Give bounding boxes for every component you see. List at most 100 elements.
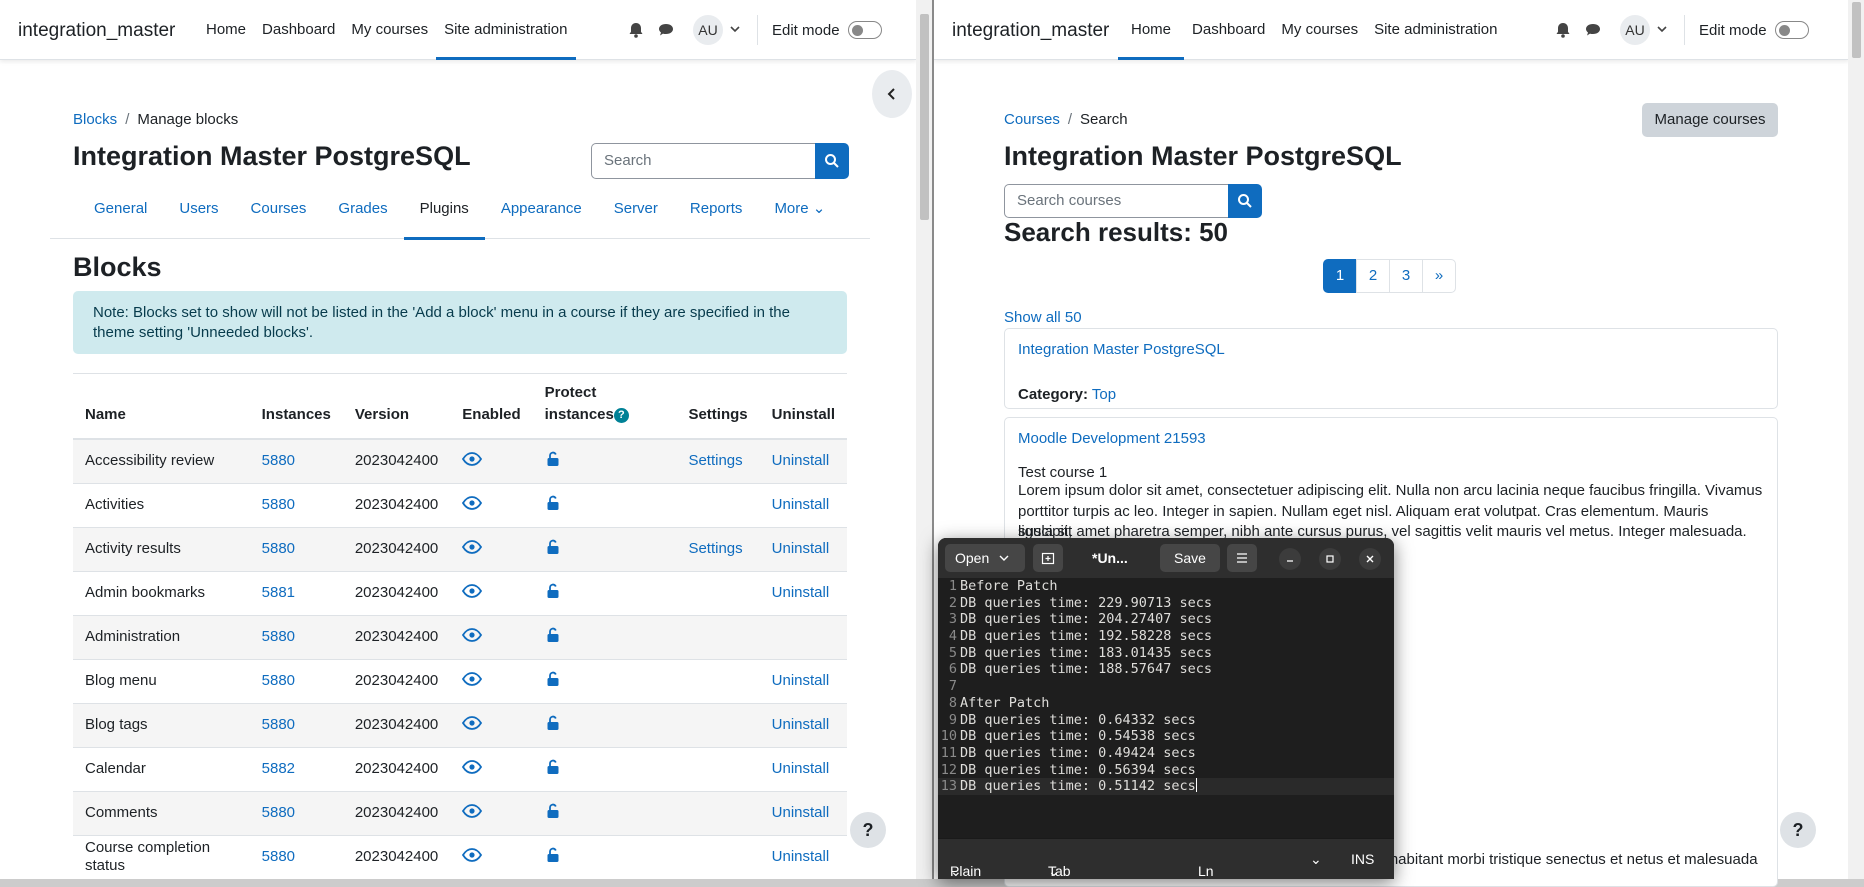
instances-link[interactable]: 5880 <box>262 540 295 557</box>
search-button[interactable] <box>815 143 849 179</box>
bell-icon[interactable] <box>1552 19 1574 41</box>
help-button[interactable]: ? <box>850 812 886 848</box>
hide-block-toggle[interactable] <box>462 715 483 734</box>
search-input[interactable]: Search <box>591 143 815 179</box>
chevron-down-icon[interactable] <box>729 22 743 39</box>
uninstall-link[interactable]: Uninstall <box>772 672 830 689</box>
protect-instances-toggle[interactable] <box>545 803 561 823</box>
editor-line[interactable]: 3 DB queries time: 204.27407 secs <box>938 611 1394 628</box>
uninstall-link[interactable]: Uninstall <box>772 804 830 821</box>
page-1[interactable]: 1 <box>1323 259 1357 293</box>
editor-text-area[interactable]: 1 Before Patch 2 DB queries time: 229.90713… <box>938 578 1394 838</box>
minimize-button[interactable] <box>1279 548 1301 570</box>
editor-line[interactable]: 1 Before Patch <box>938 578 1394 595</box>
save-button[interactable]: Save <box>1160 544 1220 572</box>
nav-my-courses[interactable]: My courses <box>343 0 436 60</box>
uninstall-link[interactable]: Uninstall <box>772 584 830 601</box>
nav-home[interactable]: Home <box>198 0 254 60</box>
protect-instances-toggle[interactable] <box>545 671 561 691</box>
open-button[interactable]: Open <box>945 544 1025 572</box>
menu-button[interactable] <box>1227 544 1257 572</box>
show-all-link[interactable]: Show all 50 <box>1004 309 1082 326</box>
protect-instances-toggle[interactable] <box>545 495 561 515</box>
avatar[interactable]: AU <box>1620 15 1650 45</box>
instances-link[interactable]: 5881 <box>262 584 295 601</box>
instances-link[interactable]: 5880 <box>262 452 295 469</box>
hide-block-toggle[interactable] <box>462 539 483 558</box>
tab-plugins[interactable]: Plugins <box>403 190 486 240</box>
chevron-down-icon[interactable] <box>1656 22 1670 39</box>
hide-block-toggle[interactable] <box>462 495 483 514</box>
avatar[interactable]: AU <box>693 15 723 45</box>
instances-link[interactable]: 5882 <box>262 760 295 777</box>
editor-line[interactable]: 4 DB queries time: 192.58228 secs <box>938 628 1394 645</box>
tab-users[interactable]: Users <box>163 190 234 239</box>
category-link[interactable]: Top <box>1092 386 1116 403</box>
instances-link[interactable]: 5880 <box>262 672 295 689</box>
breadcrumb-blocks[interactable]: Blocks <box>73 111 117 128</box>
site-name[interactable]: integration_master <box>952 20 1109 42</box>
nav-home[interactable]: Home <box>1118 0 1185 60</box>
course-link[interactable]: Moodle Development 21593 <box>1018 430 1206 447</box>
site-name[interactable]: integration_master <box>18 20 175 42</box>
instances-link[interactable]: 5880 <box>262 716 295 733</box>
hide-block-toggle[interactable] <box>462 583 483 602</box>
tab-grades[interactable]: Grades <box>322 190 403 239</box>
editor-line[interactable]: 11 DB queries time: 0.49424 secs <box>938 745 1394 762</box>
hide-block-toggle[interactable] <box>462 671 483 690</box>
hide-block-toggle[interactable] <box>462 803 483 822</box>
instances-link[interactable]: 5880 <box>262 848 295 865</box>
breadcrumb-courses[interactable]: Courses <box>1004 111 1060 128</box>
page-3[interactable]: 3 <box>1389 259 1423 293</box>
hide-block-toggle[interactable] <box>462 759 483 778</box>
close-button[interactable] <box>1359 548 1381 570</box>
nav-my-courses[interactable]: My courses <box>1273 0 1366 60</box>
search-courses-input[interactable]: Search courses <box>1004 184 1228 218</box>
editor-line[interactable]: 5 DB queries time: 183.01435 secs <box>938 645 1394 662</box>
scrollbar[interactable] <box>1848 0 1864 879</box>
settings-link[interactable]: Settings <box>688 452 742 469</box>
uninstall-link[interactable]: Uninstall <box>772 760 830 777</box>
open-drawer-button[interactable] <box>872 70 912 118</box>
uninstall-link[interactable]: Uninstall <box>772 716 830 733</box>
editor-line[interactable]: 6 DB queries time: 188.57647 secs <box>938 661 1394 678</box>
protect-instances-toggle[interactable] <box>545 847 561 867</box>
nav-dashboard[interactable]: Dashboard <box>1184 0 1273 60</box>
edit-mode-toggle[interactable] <box>847 21 882 39</box>
edit-mode-toggle[interactable] <box>1774 21 1809 39</box>
instances-link[interactable]: 5880 <box>262 804 295 821</box>
chat-icon[interactable] <box>655 19 677 41</box>
hide-block-toggle[interactable] <box>462 847 483 866</box>
maximize-button[interactable] <box>1319 548 1341 570</box>
tab-courses[interactable]: Courses <box>235 190 323 239</box>
instances-link[interactable]: 5880 <box>262 496 295 513</box>
editor-line[interactable]: 9 DB queries time: 0.64332 secs <box>938 712 1394 729</box>
scrollbar-thumb[interactable] <box>1852 2 1861 58</box>
hide-block-toggle[interactable] <box>462 627 483 646</box>
tab-server[interactable]: Server <box>598 190 674 239</box>
protect-instances-toggle[interactable] <box>545 539 561 559</box>
insert-mode[interactable]: INS <box>1351 851 1374 867</box>
settings-link[interactable]: Settings <box>688 540 742 557</box>
manage-courses-button[interactable]: Manage courses <box>1642 103 1778 137</box>
page-next[interactable]: » <box>1422 259 1456 293</box>
chat-icon[interactable] <box>1582 19 1604 41</box>
scrollbar-thumb[interactable] <box>920 14 929 220</box>
course-link[interactable]: Integration Master PostgreSQL <box>1018 341 1225 358</box>
uninstall-link[interactable]: Uninstall <box>772 496 830 513</box>
nav-site-administration[interactable]: Site administration <box>436 0 576 60</box>
editor-line[interactable]: 13 DB queries time: 0.51142 secs <box>938 778 1394 795</box>
help-button[interactable]: ? <box>1780 812 1816 848</box>
hide-block-toggle[interactable] <box>462 451 483 470</box>
protect-instances-toggle[interactable] <box>545 627 561 647</box>
editor-line[interactable]: 12 DB queries time: 0.56394 secs <box>938 762 1394 779</box>
tab-appearance[interactable]: Appearance <box>485 190 598 239</box>
page-2[interactable]: 2 <box>1356 259 1390 293</box>
editor-line[interactable]: 8 After Patch <box>938 695 1394 712</box>
editor-line[interactable]: 2 DB queries time: 229.90713 secs <box>938 595 1394 612</box>
nav-dashboard[interactable]: Dashboard <box>254 0 343 60</box>
uninstall-link[interactable]: Uninstall <box>772 540 830 557</box>
new-tab-button[interactable] <box>1033 544 1063 572</box>
nav-site-administration[interactable]: Site administration <box>1366 0 1505 60</box>
protect-instances-toggle[interactable] <box>545 583 561 603</box>
